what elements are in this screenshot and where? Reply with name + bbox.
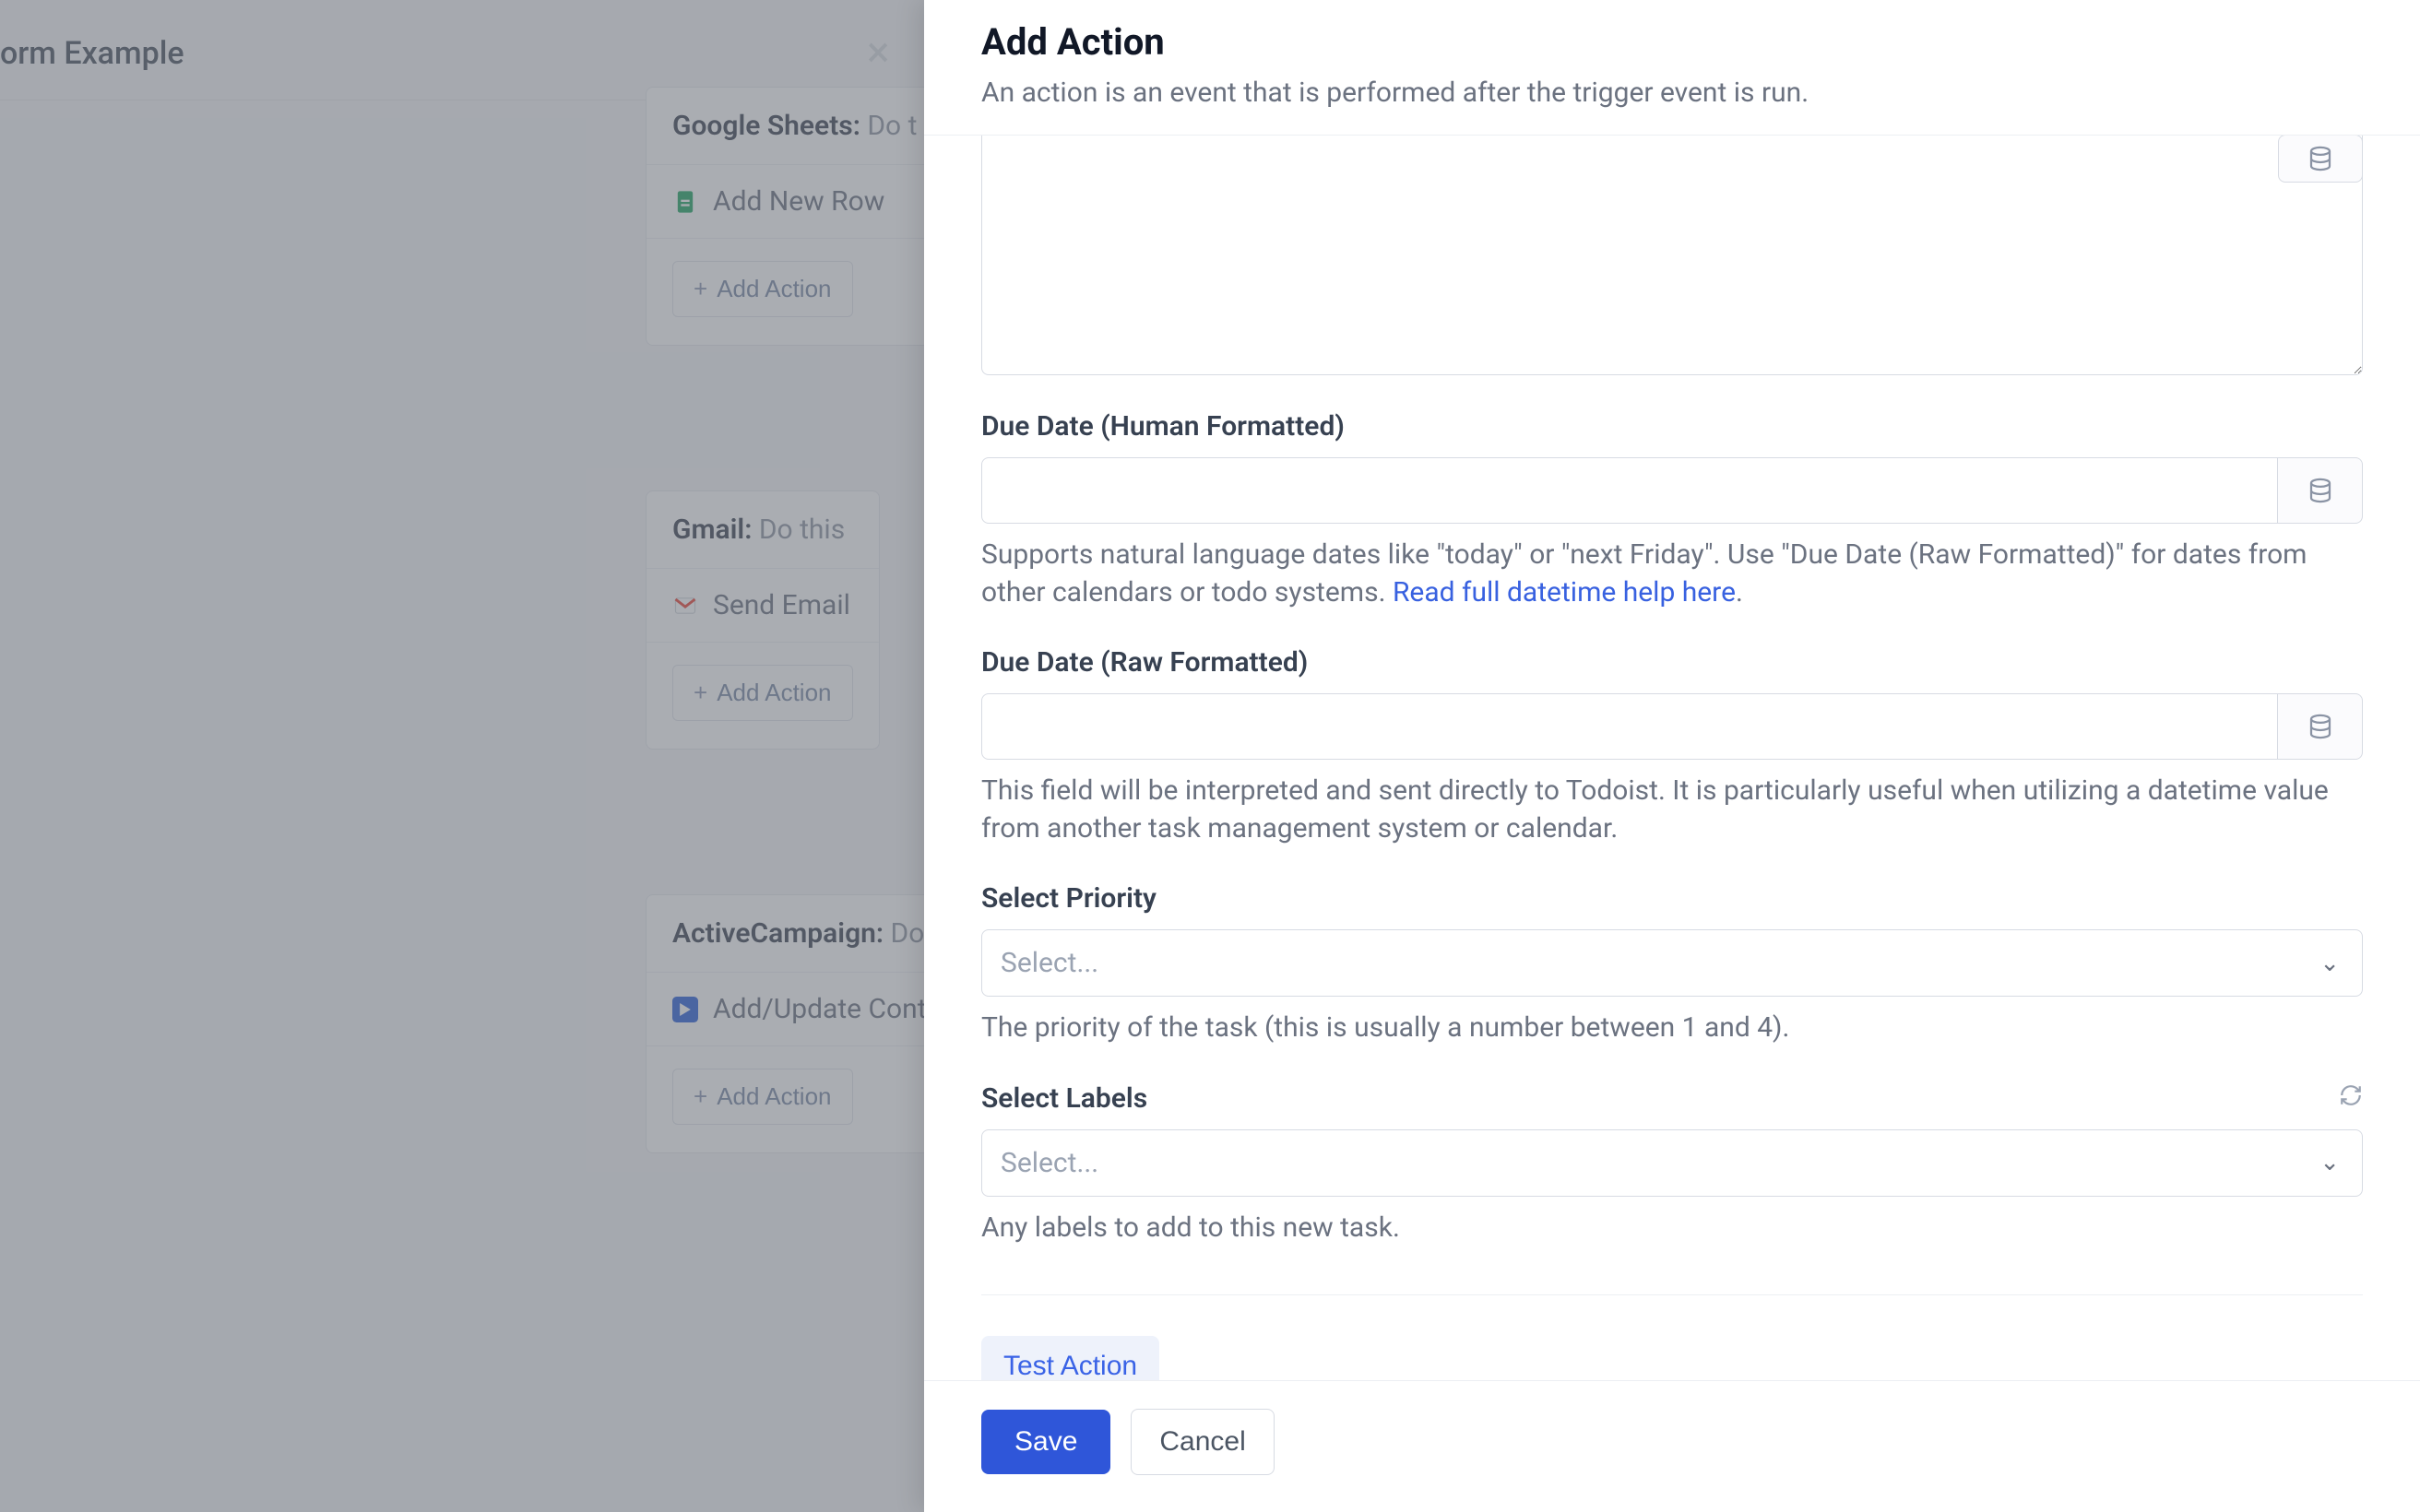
field-due-date-human: Due Date (Human Formatted) Supports natu… [981,410,2363,611]
datetime-help-link[interactable]: Read full datetime help here [1393,576,1736,608]
field-due-date-raw: Due Date (Raw Formatted) This field will… [981,646,2363,847]
data-picker-button[interactable] [2278,136,2363,183]
field-helper: This field will be interpreted and sent … [981,773,2363,847]
save-button[interactable]: Save [981,1410,1110,1474]
field-label: Select Priority [981,882,2363,915]
textarea-wrap [981,136,2363,375]
chevron-down-icon: ⌄ [2319,1149,2340,1176]
due-date-human-input[interactable] [981,457,2278,524]
helper-suffix: . [1736,576,1743,608]
priority-select[interactable]: Select... ⌄ [981,929,2363,997]
data-picker-button[interactable] [2278,457,2363,524]
field-label: Select Labels [981,1082,2363,1115]
field-helper: Any labels to add to this new task. [981,1210,2363,1247]
field-helper: Supports natural language dates like "to… [981,537,2363,611]
database-icon [2307,145,2334,172]
field-label: Due Date (Human Formatted) [981,410,2363,443]
select-placeholder: Select... [1001,1147,1098,1179]
data-picker-button[interactable] [2278,693,2363,760]
refresh-icon[interactable] [2339,1083,2363,1114]
input-wrap [981,457,2363,524]
test-action-button[interactable]: Test Action [981,1336,1159,1380]
field-priority: Select Priority Select... ⌄ The priority… [981,882,2363,1047]
due-date-raw-input[interactable] [981,693,2278,760]
field-label: Due Date (Raw Formatted) [981,646,2363,679]
notes-textarea[interactable] [981,136,2363,375]
database-icon [2307,713,2334,740]
panel-footer: Save Cancel [924,1380,2420,1512]
panel-head: Add Action An action is an event that is… [924,0,2420,136]
select-placeholder: Select... [1001,947,1098,979]
field-labels: Select Labels Select... ⌄ Any labels to … [981,1082,2363,1247]
field-helper: The priority of the task (this is usuall… [981,1010,2363,1047]
cancel-button[interactable]: Cancel [1131,1409,1274,1475]
panel-subtitle: An action is an event that is performed … [981,77,2363,109]
labels-select[interactable]: Select... ⌄ [981,1129,2363,1197]
panel-body: Due Date (Human Formatted) Supports natu… [924,136,2420,1380]
field-label-text: Select Labels [981,1082,1147,1115]
database-icon [2307,477,2334,504]
chevron-down-icon: ⌄ [2319,950,2340,977]
input-wrap [981,693,2363,760]
test-row: Test Action [981,1295,2363,1380]
panel-title: Add Action [981,20,2363,64]
add-action-panel: Add Action An action is an event that is… [924,0,2420,1512]
